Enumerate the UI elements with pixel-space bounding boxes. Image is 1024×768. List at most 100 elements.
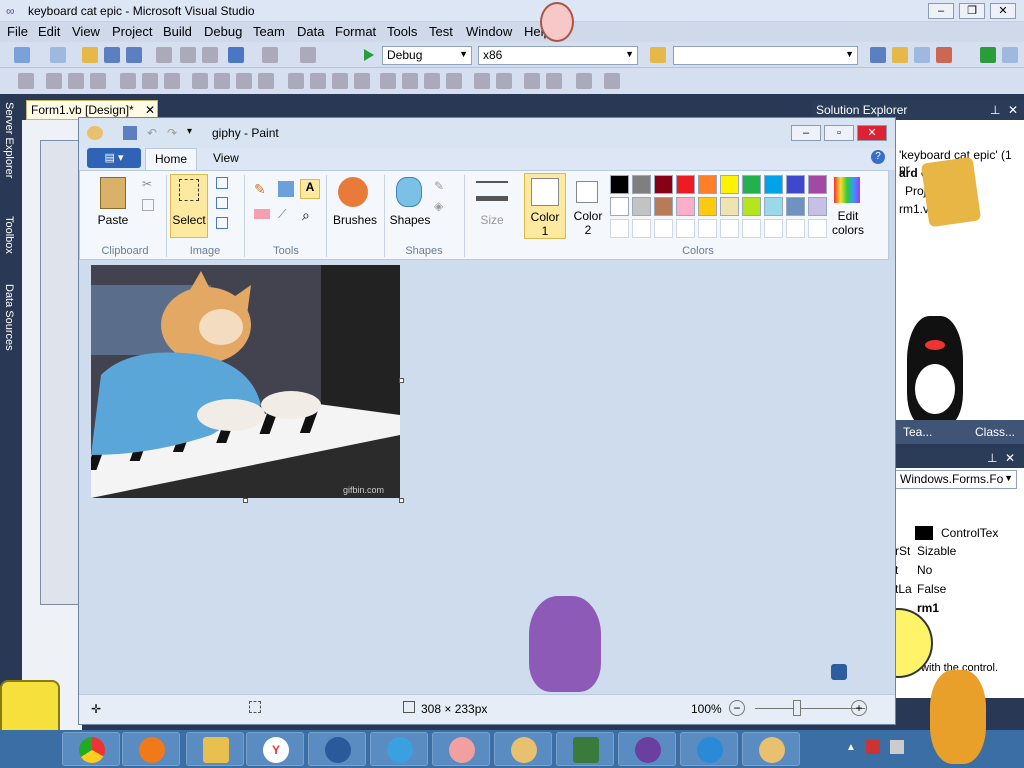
- undo-icon[interactable]: [228, 47, 244, 63]
- palette-color-swatch[interactable]: [698, 197, 717, 216]
- prop-value[interactable]: ControlTex: [941, 526, 998, 540]
- palette-color-swatch[interactable]: [764, 175, 783, 194]
- solution-config-select[interactable]: Debug ▼: [382, 46, 472, 65]
- h-spacing-dec-icon[interactable]: [332, 73, 348, 89]
- close-tab-icon[interactable]: ✕: [145, 103, 155, 117]
- custom-color-slot[interactable]: [610, 219, 629, 238]
- menu-debug[interactable]: Debug: [204, 24, 242, 39]
- zoom-in-button[interactable]: +: [851, 700, 867, 716]
- h-spacing-inc-icon[interactable]: [310, 73, 326, 89]
- start-debug-icon[interactable]: [364, 49, 374, 61]
- send-back-icon[interactable]: [546, 73, 562, 89]
- palette-color-swatch[interactable]: [786, 197, 805, 216]
- prop-value[interactable]: rm1: [917, 601, 939, 615]
- custom-color-slot[interactable]: [742, 219, 761, 238]
- object-browser-icon[interactable]: [914, 47, 930, 63]
- menu-test[interactable]: Test: [429, 24, 453, 39]
- color1-button[interactable]: Color 1: [524, 173, 566, 239]
- palette-color-swatch[interactable]: [764, 197, 783, 216]
- brushes-button[interactable]: Brushes: [330, 213, 380, 227]
- lock-controls-icon[interactable]: [604, 73, 620, 89]
- menu-team[interactable]: Team: [253, 24, 285, 39]
- taskbar-chrome[interactable]: [62, 732, 120, 766]
- brushes-icon[interactable]: [338, 177, 368, 207]
- paint-menu-button[interactable]: ▤ ▾: [87, 148, 141, 168]
- paste-icon[interactable]: [202, 47, 218, 63]
- tray-network-icon[interactable]: [890, 740, 904, 754]
- menu-data[interactable]: Data: [297, 24, 324, 39]
- minimize-button[interactable]: –: [928, 3, 954, 19]
- pencil-icon[interactable]: ✎: [254, 181, 266, 198]
- custom-color-slot[interactable]: [632, 219, 651, 238]
- taskbar-yandex[interactable]: Y: [246, 732, 304, 766]
- solution-explorer-icon[interactable]: [870, 47, 886, 63]
- server-explorer-tab[interactable]: Server Explorer: [3, 102, 15, 178]
- canvas-area[interactable]: gifbin.com: [79, 260, 895, 694]
- same-size-icon[interactable]: [236, 73, 252, 89]
- select-button[interactable]: Select: [170, 174, 208, 238]
- start-page-icon[interactable]: [980, 47, 996, 63]
- palette-color-swatch[interactable]: [654, 175, 673, 194]
- find-combo[interactable]: ▼: [673, 46, 858, 65]
- crop-icon[interactable]: [216, 177, 228, 189]
- cut-icon[interactable]: ✂: [142, 177, 152, 191]
- tab-home[interactable]: Home: [145, 148, 197, 170]
- copy-icon[interactable]: [142, 199, 154, 211]
- menu-edit[interactable]: Edit: [38, 24, 60, 39]
- palette-color-swatch[interactable]: [676, 197, 695, 216]
- open-icon[interactable]: [82, 47, 98, 63]
- quick-access-menu-icon[interactable]: ▾: [187, 126, 192, 137]
- custom-color-slot[interactable]: [720, 219, 739, 238]
- pin-icon[interactable]: ⊥: [987, 451, 997, 465]
- tray-popup-icon[interactable]: [831, 664, 847, 680]
- shape-fill-icon[interactable]: ◈: [434, 199, 443, 213]
- palette-color-swatch[interactable]: [742, 197, 761, 216]
- resize-handle-right[interactable]: [399, 378, 404, 383]
- platform-select[interactable]: x86 ▼: [478, 46, 638, 65]
- taskbar-app[interactable]: [370, 732, 428, 766]
- v-spacing-remove-icon[interactable]: [446, 73, 462, 89]
- taskbar-ie[interactable]: [680, 732, 738, 766]
- zoom-out-button[interactable]: −: [729, 700, 745, 716]
- zoom-slider-track[interactable]: [755, 708, 865, 709]
- close-pane-icon[interactable]: ✕: [1005, 451, 1015, 465]
- menu-project[interactable]: Project: [112, 24, 152, 39]
- taskbar-firefox[interactable]: [122, 732, 180, 766]
- edit-colors-button[interactable]: Edit colors: [824, 209, 872, 237]
- palette-color-swatch[interactable]: [610, 175, 629, 194]
- taskbar-taskmgr[interactable]: [556, 732, 614, 766]
- save-all-icon[interactable]: [126, 47, 142, 63]
- align-grid-icon[interactable]: [18, 73, 34, 89]
- taskbar-app[interactable]: [308, 732, 366, 766]
- tray-expand-icon[interactable]: ▲: [846, 742, 856, 753]
- size-button[interactable]: Size: [468, 213, 516, 227]
- palette-color-swatch[interactable]: [720, 197, 739, 216]
- align-left-icon[interactable]: [46, 73, 62, 89]
- outline-icon[interactable]: ✎: [434, 179, 444, 193]
- taskbar-paint-active[interactable]: [742, 732, 800, 766]
- paste-button[interactable]: Paste: [88, 213, 138, 227]
- v-spacing-icon[interactable]: [380, 73, 396, 89]
- menu-format[interactable]: Format: [335, 24, 376, 39]
- save-icon[interactable]: [104, 47, 120, 63]
- new-project-icon[interactable]: [14, 47, 30, 63]
- taskbar-paint-tools[interactable]: [432, 732, 490, 766]
- menu-build[interactable]: Build: [163, 24, 192, 39]
- close-button[interactable]: ✕: [990, 3, 1016, 19]
- team-explorer-tab[interactable]: Tea...: [903, 425, 932, 439]
- help-icon[interactable]: ?: [871, 150, 885, 164]
- menu-tools[interactable]: Tools: [387, 24, 417, 39]
- palette-color-swatch[interactable]: [610, 197, 629, 216]
- quick-redo-icon[interactable]: ↷: [167, 126, 181, 140]
- paint-close-button[interactable]: ✕: [857, 125, 887, 141]
- close-pane-icon[interactable]: ✕: [1008, 103, 1018, 117]
- properties-icon[interactable]: [892, 47, 908, 63]
- align-bottom-icon[interactable]: [164, 73, 180, 89]
- properties-object-select[interactable]: Windows.Forms.Fo ▼: [895, 470, 1017, 489]
- custom-color-slot[interactable]: [698, 219, 717, 238]
- taskbar-paint[interactable]: [494, 732, 552, 766]
- h-spacing-icon[interactable]: [288, 73, 304, 89]
- tab-view[interactable]: View: [213, 151, 239, 165]
- resize-icon[interactable]: [216, 197, 228, 209]
- color2-button[interactable]: Color 2: [570, 173, 606, 239]
